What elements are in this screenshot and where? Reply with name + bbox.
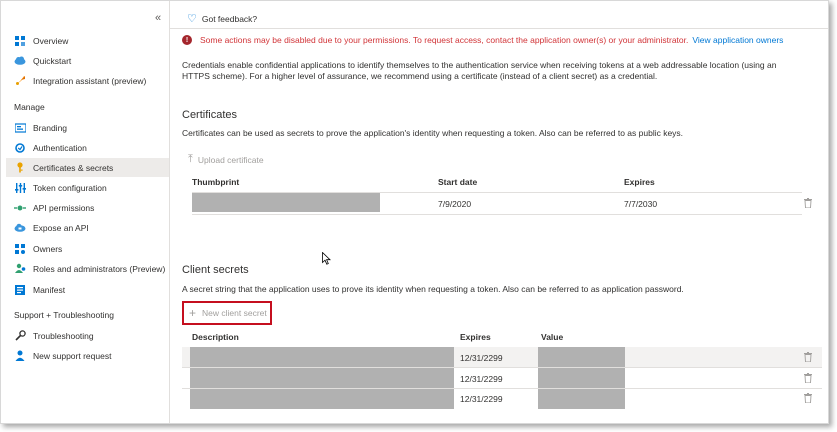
app-window: « Overview Quickstart Integration assist… (0, 0, 829, 424)
sidebar-item-label: Manifest (33, 284, 66, 295)
sidebar-item-label: Expose an API (33, 222, 89, 233)
column-header-description[interactable]: Description (192, 332, 239, 342)
branding-icon (14, 122, 26, 134)
warning-text: Some actions may be disabled due to your… (200, 35, 689, 45)
redacted-value (538, 347, 625, 409)
column-header-secret-expires[interactable]: Expires (460, 332, 491, 342)
sidebar-item-integration-assistant[interactable]: Integration assistant (preview) (6, 71, 169, 90)
api-permissions-icon (14, 202, 26, 214)
sidebar-item-label: Integration assistant (preview) (33, 75, 147, 86)
plus-icon: + (189, 306, 197, 320)
manifest-icon (14, 284, 26, 296)
token-icon (14, 182, 26, 194)
new-secret-label: New client secret (202, 308, 267, 318)
delete-secret-icon[interactable] (804, 373, 812, 383)
sidebar-item-label: Authentication (33, 142, 87, 153)
cloud-icon (14, 55, 26, 67)
feedback-label: Got feedback? (201, 13, 258, 24)
certificates-description: Certificates can be used as secrets to p… (182, 128, 684, 138)
error-icon: ! (182, 35, 192, 45)
sidebar-item-label: API permissions (33, 202, 95, 213)
sidebar-item-label: Roles and administrators (Preview) (33, 263, 166, 274)
cloud-api-icon (14, 222, 26, 234)
sidebar-section-manage: Manage (14, 102, 45, 112)
main-content: ♡ Got feedback? ! Some actions may be di… (170, 1, 828, 423)
sidebar-item-label: Certificates & secrets (33, 162, 114, 173)
redacted-description (190, 347, 454, 409)
sidebar-item-authentication[interactable]: Authentication (6, 138, 169, 157)
client-secrets-description: A secret string that the application use… (182, 284, 684, 294)
key-icon (14, 162, 26, 174)
heart-icon: ♡ (187, 13, 197, 25)
sidebar-item-certificates-secrets[interactable]: Certificates & secrets (6, 158, 169, 177)
sidebar-item-label: Overview (33, 35, 69, 46)
sidebar-item-branding[interactable]: Branding (6, 118, 169, 137)
divider (182, 367, 822, 368)
sidebar-section-support: Support + Troubleshooting (14, 310, 114, 320)
delete-secret-icon[interactable] (804, 393, 812, 403)
sidebar: « Overview Quickstart Integration assist… (1, 1, 170, 423)
mouse-cursor-icon (322, 252, 331, 265)
sidebar-item-overview[interactable]: Overview (6, 31, 169, 50)
upload-certificate-button[interactable]: ⤒ Upload certificate (188, 153, 264, 166)
sidebar-item-quickstart[interactable]: Quickstart (6, 51, 169, 70)
sidebar-item-troubleshooting[interactable]: Troubleshooting (6, 326, 169, 345)
sidebar-item-owners[interactable]: Owners (6, 239, 169, 258)
certificate-start-date: 7/9/2020 (438, 199, 472, 209)
column-header-start-date[interactable]: Start date (438, 177, 477, 187)
owners-icon (14, 243, 26, 255)
sidebar-item-label: Quickstart (33, 55, 72, 66)
sidebar-item-token-configuration[interactable]: Token configuration (6, 178, 169, 197)
feedback-button[interactable]: ♡ Got feedback? (187, 12, 257, 25)
divider (192, 214, 802, 215)
support-person-icon (14, 350, 26, 362)
divider (182, 388, 822, 389)
sidebar-item-manifest[interactable]: Manifest (6, 280, 169, 299)
permission-warning: ! Some actions may be disabled due to yo… (182, 35, 783, 45)
delete-certificate-icon[interactable] (804, 198, 812, 208)
column-header-expires[interactable]: Expires (624, 177, 655, 187)
redacted-thumbprint (192, 193, 380, 212)
sidebar-item-expose-api[interactable]: Expose an API (6, 218, 169, 237)
column-header-value[interactable]: Value (541, 332, 563, 342)
divider (170, 28, 828, 29)
sidebar-item-api-permissions[interactable]: API permissions (6, 198, 169, 217)
upload-label: Upload certificate (197, 154, 264, 165)
certificates-heading: Certificates (182, 109, 238, 121)
delete-secret-icon[interactable] (804, 352, 812, 362)
secret-expires: 12/31/2299 (460, 353, 503, 363)
certificate-expires: 7/7/2030 (624, 199, 658, 209)
sidebar-item-label: Token configuration (33, 182, 107, 193)
secret-expires: 12/31/2299 (460, 394, 503, 404)
view-owners-link[interactable]: View application owners (692, 35, 783, 45)
grid-icon (14, 35, 26, 47)
collapse-sidebar-icon[interactable]: « (155, 12, 161, 24)
intro-text: Credentials enable confidential applicat… (182, 60, 777, 81)
column-header-thumbprint[interactable]: Thumbprint (192, 177, 239, 187)
upload-icon: ⤒ (188, 153, 193, 165)
sidebar-item-label: Troubleshooting (33, 330, 94, 341)
wrench-icon (14, 330, 26, 342)
sidebar-item-label: Owners (33, 243, 63, 254)
auth-icon (14, 142, 26, 154)
sidebar-item-label: New support request (33, 350, 112, 361)
sidebar-item-new-support-request[interactable]: New support request (6, 346, 169, 365)
roles-icon (14, 263, 26, 275)
sidebar-item-label: Branding (33, 122, 68, 133)
sidebar-item-roles-administrators[interactable]: Roles and administrators (Preview) (6, 259, 169, 278)
new-client-secret-button[interactable]: + New client secret (182, 301, 272, 325)
client-secrets-heading: Client secrets (182, 264, 249, 276)
rocket-icon (14, 75, 26, 87)
secret-expires: 12/31/2299 (460, 374, 503, 384)
